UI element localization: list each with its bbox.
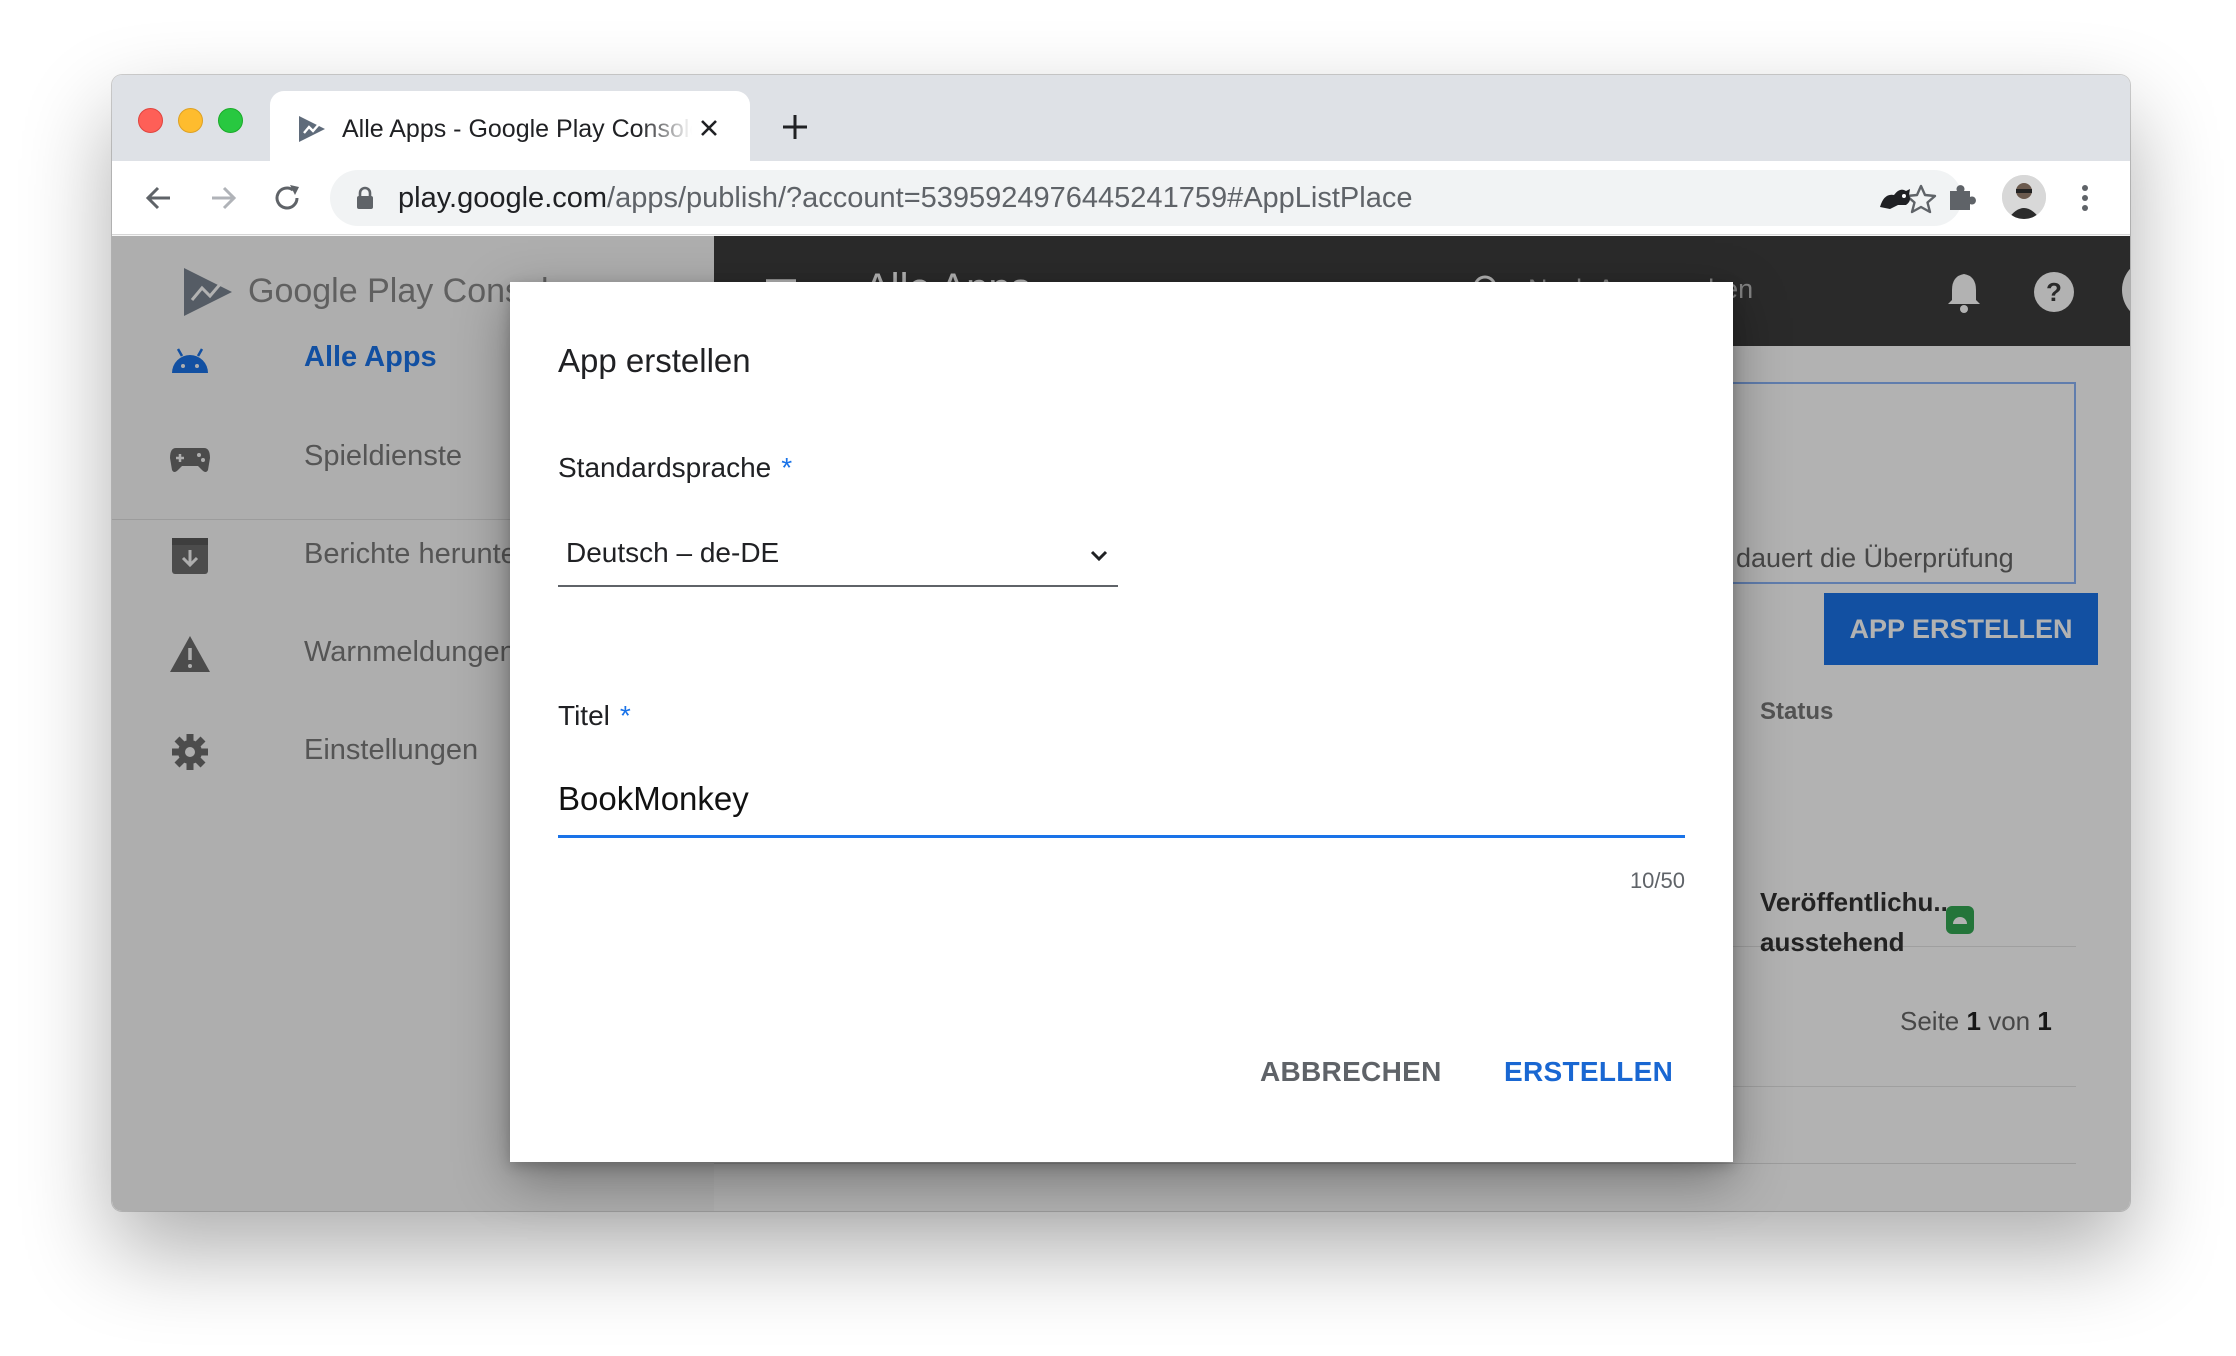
title-label-text: Titel xyxy=(558,700,610,731)
required-marker: * xyxy=(619,700,631,731)
minimize-window-button[interactable] xyxy=(178,108,203,133)
required-marker: * xyxy=(781,452,793,483)
url-host: play.google.com xyxy=(398,182,608,214)
address-bar[interactable]: play.google.com/apps/publish/?account=53… xyxy=(330,170,1962,226)
cancel-button[interactable]: ABBRECHEN xyxy=(1250,1050,1452,1094)
forward-arrow-icon[interactable] xyxy=(204,179,242,217)
browser-titlebar: Alle Apps - Google Play Console xyxy=(112,75,2130,161)
lock-icon[interactable] xyxy=(352,185,378,211)
title-input[interactable]: BookMonkey xyxy=(558,772,1685,838)
language-label: Standardsprache * xyxy=(558,452,792,484)
character-counter: 10/50 xyxy=(1629,868,1685,893)
extension-animal-icon[interactable] xyxy=(1876,179,1916,217)
language-select-value: Deutsch – de-DE xyxy=(566,537,780,568)
browser-menu-icon[interactable] xyxy=(2066,179,2104,217)
maximize-window-button[interactable] xyxy=(218,108,243,133)
profile-avatar[interactable] xyxy=(2002,175,2046,219)
title-label: Titel * xyxy=(558,700,631,732)
language-label-text: Standardsprache xyxy=(558,452,772,483)
url-text: play.google.com/apps/publish/?account=53… xyxy=(398,181,1412,215)
extensions-puzzle-icon[interactable] xyxy=(1942,179,1980,217)
profile-person-icon xyxy=(2002,175,2046,219)
tab-title: Alle Apps - Google Play Console xyxy=(342,115,692,143)
browser-tab[interactable]: Alle Apps - Google Play Console xyxy=(270,91,750,161)
create-button[interactable]: ERSTELLEN xyxy=(1494,1050,1683,1094)
chevron-down-icon xyxy=(1090,550,1108,562)
browser-toolbar: play.google.com/apps/publish/?account=53… xyxy=(112,161,2130,235)
url-path: /apps/publish/?account=53959249764452417… xyxy=(607,182,1413,214)
create-app-dialog: App erstellen Standardsprache * Deutsch –… xyxy=(510,282,1733,1162)
tab-close-icon[interactable] xyxy=(694,113,724,143)
dialog-title: App erstellen xyxy=(558,342,751,379)
reload-icon[interactable] xyxy=(268,179,306,217)
back-arrow-icon[interactable] xyxy=(140,179,178,217)
close-window-button[interactable] xyxy=(138,108,163,133)
title-input-value: BookMonkey xyxy=(558,780,749,817)
language-select[interactable]: Deutsch – de-DE xyxy=(558,529,1118,587)
new-tab-icon[interactable] xyxy=(778,110,812,144)
play-console-favicon-icon xyxy=(299,116,325,142)
